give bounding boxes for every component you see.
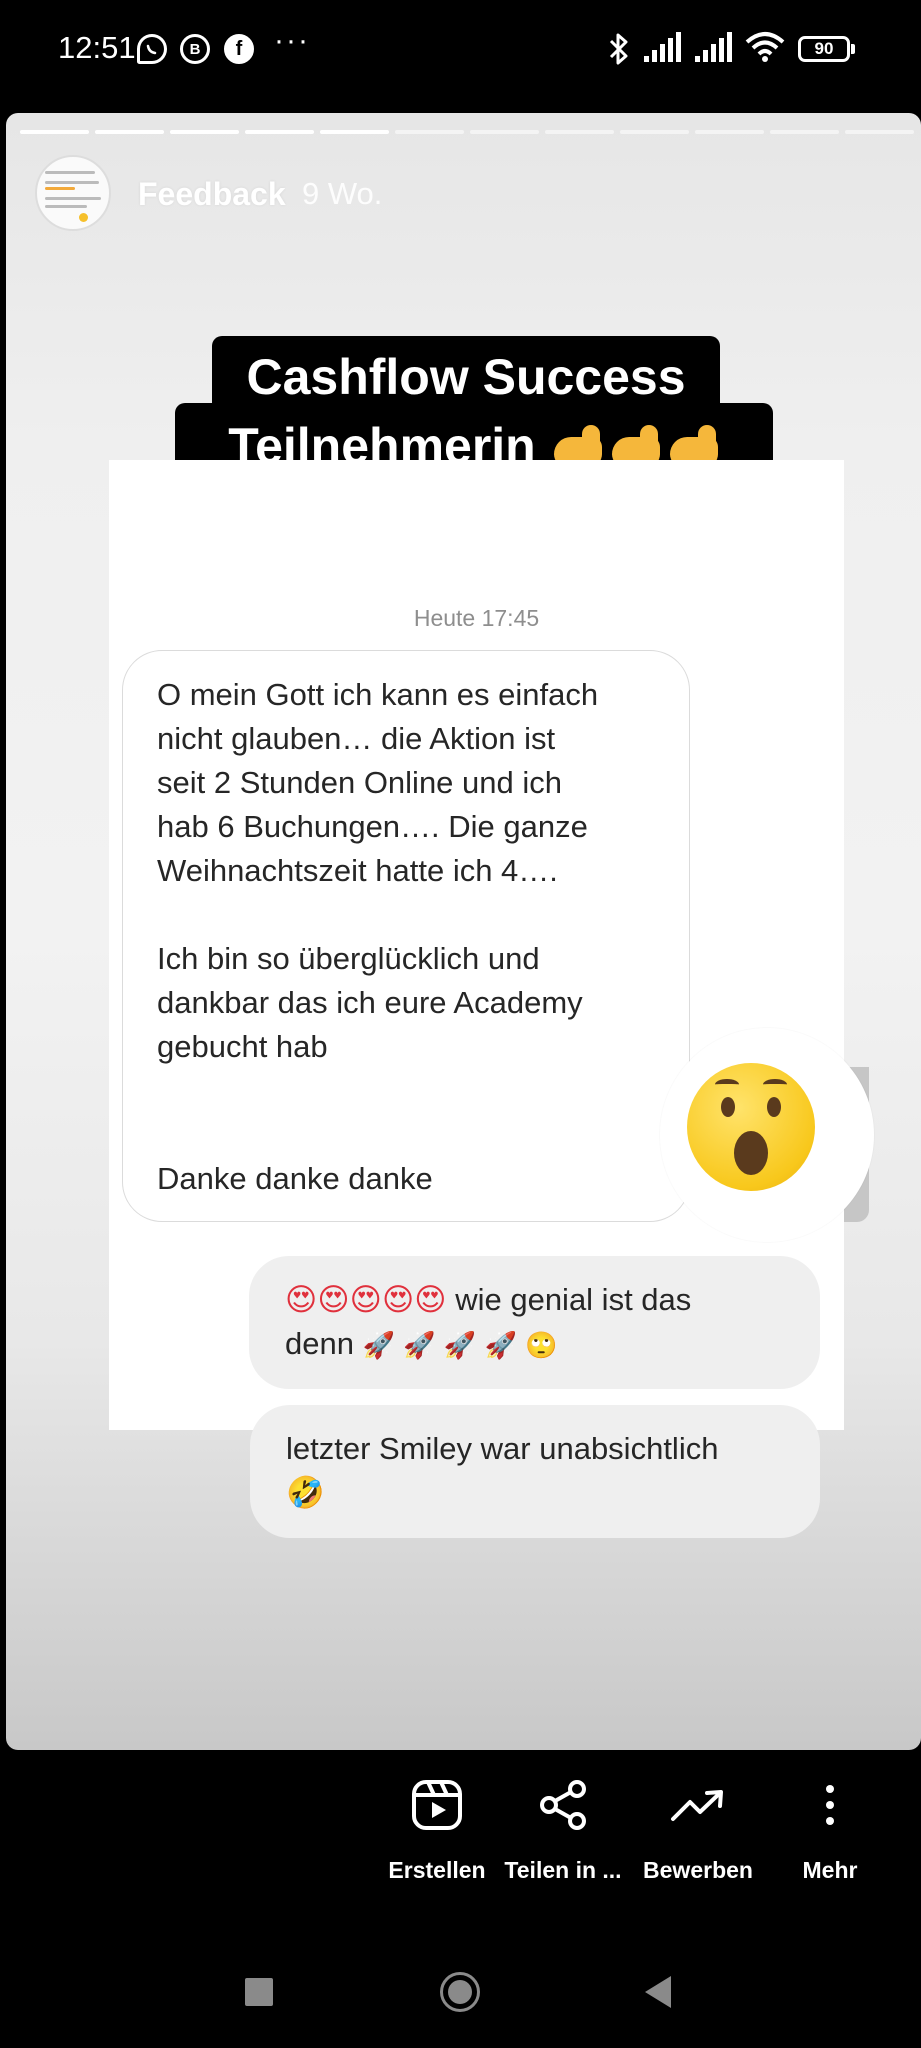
reels-icon [377,1775,497,1835]
status-time: 12:51 [58,30,136,65]
trending-up-icon [633,1775,763,1835]
create-button[interactable]: Erstellen [377,1775,497,1884]
story-progress-segment [95,130,164,134]
b-icon: B [180,34,210,64]
incoming-message-paragraph-3: Danke danke danke [157,1161,433,1196]
headline-text-1: Cashflow Success [246,349,686,405]
battery-indicator: 90 [798,36,850,62]
home-button[interactable] [440,1972,480,2012]
story-progress-segment [695,130,764,134]
story-progress-segment [320,130,389,134]
facebook-icon: f [224,34,254,64]
whatsapp-icon [137,34,167,64]
outgoing-message-line-1: 😍😍😍😍😍 wie genial ist das [285,1282,692,1318]
share-in-button[interactable]: Teilen in ... [497,1775,629,1884]
chat-screenshot: Heute 17:45 O mein Gott ich kann es einf… [109,460,874,1538]
signal-icon-1 [644,32,681,62]
bluetooth-icon [609,33,628,65]
create-label: Erstellen [388,1857,486,1883]
incoming-message-bubble: O mein Gott ich kann es einfach nicht gl… [122,650,690,1222]
story-viewer[interactable]: Feedback 9 Wo. Cashflow Success Teilnehm… [6,113,921,1750]
signal-icon-2 [695,32,732,62]
story-progress-segment [845,130,914,134]
outgoing-message-bubble-1: 😍😍😍😍😍 wie genial ist das denn 🚀 🚀 🚀 🚀 🙄 [249,1256,820,1389]
wifi-icon [745,32,785,62]
story-progress-segment [20,130,89,134]
story-username[interactable]: Feedback [138,176,286,213]
heart-eyes-emoji-group: 😍😍😍😍😍 [285,1282,447,1318]
incoming-message-paragraph-1: O mein Gott ich kann es einfach nicht gl… [157,677,599,888]
story-age: 9 Wo. [302,176,383,211]
chat-timestamp: Heute 17:45 [413,605,540,631]
outgoing-message-bubble-2: letzter Smiley war unabsichtlich 🤣 [250,1405,820,1538]
story-progress-segment [770,130,839,134]
story-progress-segment [470,130,539,134]
back-button[interactable] [643,1974,673,2010]
promote-button[interactable]: Bewerben [633,1775,763,1884]
recents-button[interactable] [245,1978,273,2006]
more-button[interactable]: Mehr [780,1775,880,1884]
story-progress-segment [620,130,689,134]
story-progress-bar [20,130,914,134]
share-in-label: Teilen in ... [504,1857,622,1883]
share-icon [497,1775,629,1835]
story-progress-segment [545,130,614,134]
rofl-emoji: 🤣 [286,1475,325,1511]
rocket-emoji-group: 🚀 🚀 🚀 🚀 🙄 [362,1331,558,1361]
story-progress-segment [395,130,464,134]
more-label: Mehr [802,1857,858,1883]
outgoing-message-line-2: denn 🚀 🚀 🚀 🚀 🙄 [285,1326,558,1361]
incoming-message-paragraph-2: Ich bin so überglücklich und dankbar das… [157,941,583,1064]
story-progress-segment [245,130,314,134]
story-progress-segment [170,130,239,134]
hushed-face-emoji [687,1063,815,1191]
promote-label: Bewerben [643,1857,753,1883]
outgoing-message-line-3: letzter Smiley war unabsichtlich [286,1431,719,1466]
battery-tip [851,44,855,54]
story-avatar[interactable] [35,155,111,231]
more-vertical-icon [780,1775,880,1835]
more-notifications-icon: ··· [274,24,310,57]
